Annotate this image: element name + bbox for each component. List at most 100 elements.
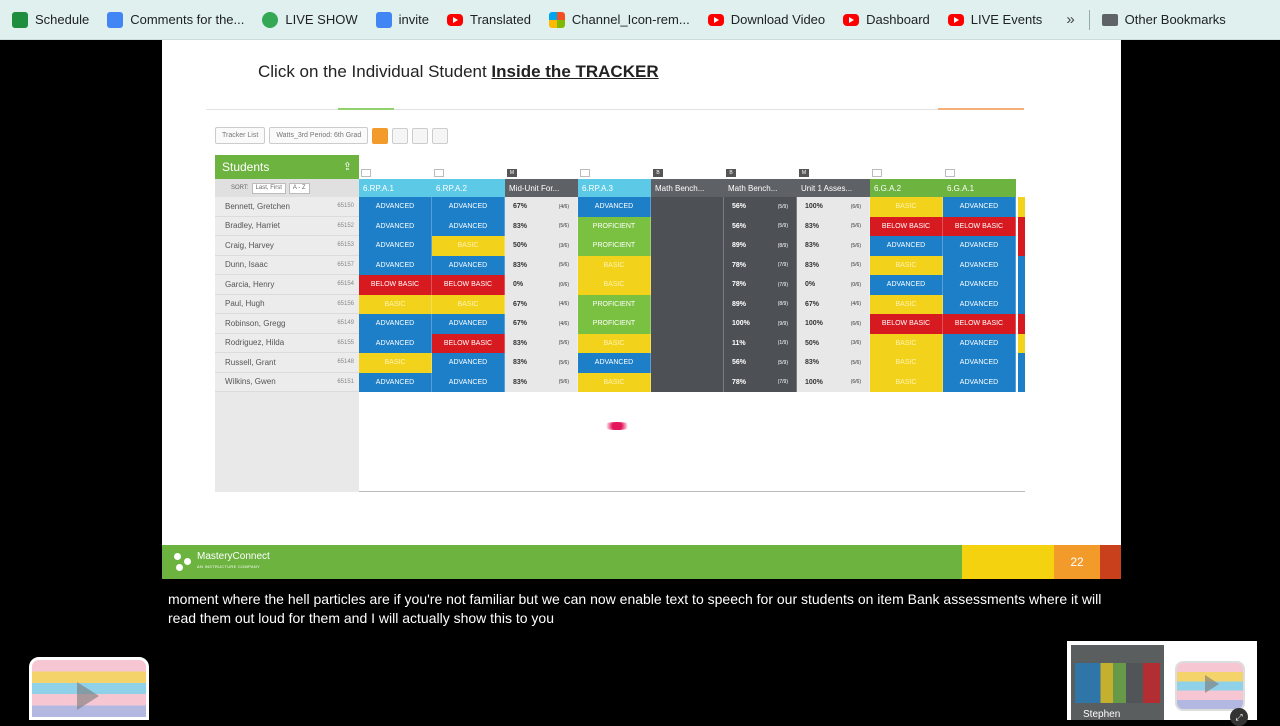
settings-icon[interactable]: [412, 127, 429, 144]
mastery-cell[interactable]: ADVANCED: [359, 197, 432, 217]
mastery-cell[interactable]: BELOW BASIC: [432, 275, 505, 295]
mastery-cell[interactable]: BASIC: [578, 372, 651, 392]
mastery-cell[interactable]: BASIC: [578, 275, 651, 295]
student-row[interactable]: Wilkins, Gwen 65151: [215, 372, 359, 392]
score-cell[interactable]: 100% (6/6): [797, 314, 870, 334]
column-checkbox[interactable]: [580, 169, 590, 177]
channel-thumbnail-small[interactable]: [1175, 661, 1245, 711]
column-checkbox[interactable]: [945, 169, 955, 177]
mastery-cell[interactable]: BASIC: [359, 294, 432, 314]
score-cell[interactable]: 67% (4/6): [505, 314, 578, 334]
mastery-cell[interactable]: ADVANCED: [432, 197, 505, 217]
mastery-cell[interactable]: BELOW BASIC: [943, 314, 1016, 334]
empty-cell[interactable]: [651, 372, 724, 392]
empty-cell[interactable]: [651, 216, 724, 236]
mastery-cell[interactable]: BELOW BASIC: [943, 216, 1016, 236]
mastery-cell[interactable]: ADVANCED: [943, 255, 1016, 275]
score-cell[interactable]: 50% (3/6): [505, 236, 578, 256]
mastery-cell[interactable]: ADVANCED: [432, 216, 505, 236]
mastery-cell[interactable]: PROFICIENT: [578, 314, 651, 334]
student-row[interactable]: Bradley, Harriet 65152: [215, 216, 359, 236]
mastery-cell[interactable]: ADVANCED: [943, 236, 1016, 256]
score-cell[interactable]: 89% (8/9): [724, 236, 797, 256]
participant-video[interactable]: Stephen: [1071, 645, 1164, 720]
mastery-cell[interactable]: ADVANCED: [359, 372, 432, 392]
mastery-cell[interactable]: ADVANCED: [359, 216, 432, 236]
score-cell[interactable]: 89% (8/9): [724, 294, 797, 314]
score-cell[interactable]: 67% (4/6): [505, 197, 578, 217]
mastery-cell[interactable]: ADVANCED: [578, 353, 651, 373]
mastery-cell[interactable]: ADVANCED: [870, 236, 943, 256]
list-view-icon[interactable]: [372, 127, 389, 144]
bookmark-item[interactable]: Comments for the...: [107, 11, 244, 28]
empty-cell[interactable]: [651, 353, 724, 373]
empty-cell[interactable]: [651, 275, 724, 295]
empty-cell[interactable]: [651, 314, 724, 334]
column-header[interactable]: 6.G.A.2: [870, 179, 943, 197]
grid-view-icon[interactable]: [392, 127, 409, 144]
empty-cell[interactable]: [651, 255, 724, 275]
other-bookmarks[interactable]: Other Bookmarks: [1101, 12, 1226, 27]
score-cell[interactable]: 83% (5/6): [505, 255, 578, 275]
mastery-cell[interactable]: ADVANCED: [943, 197, 1016, 217]
tracker-select[interactable]: Watts_3rd Period: 6th Grad: [269, 127, 369, 144]
mastery-cell[interactable]: ADVANCED: [432, 255, 505, 275]
bookmarks-overflow-button[interactable]: »: [1066, 11, 1074, 28]
bookmark-item[interactable]: LIVE SHOW: [262, 11, 358, 28]
tracker-list-button[interactable]: Tracker List: [215, 127, 266, 144]
expand-icon[interactable]: ⤢: [1230, 708, 1248, 726]
mastery-cell[interactable]: ADVANCED: [943, 353, 1016, 373]
mastery-cell[interactable]: PROFICIENT: [578, 294, 651, 314]
score-cell[interactable]: 78% (7/9): [724, 275, 797, 295]
mastery-cell[interactable]: BELOW BASIC: [432, 333, 505, 353]
sort-select[interactable]: Last, First: [251, 182, 286, 194]
column-header[interactable]: 6.RP.A.1: [359, 179, 432, 197]
score-cell[interactable]: 67% (4/6): [797, 294, 870, 314]
mastery-cell[interactable]: ADVANCED: [870, 275, 943, 295]
mastery-cell[interactable]: BELOW BASIC: [870, 314, 943, 334]
mastery-cell[interactable]: BASIC: [578, 333, 651, 353]
mastery-cell[interactable]: BELOW BASIC: [870, 216, 943, 236]
mastery-cell[interactable]: [1018, 294, 1025, 314]
column-header[interactable]: 6.RP.A.2: [432, 179, 505, 197]
column-header[interactable]: Mid-Unit For...: [505, 179, 578, 197]
mastery-cell[interactable]: [1018, 216, 1025, 236]
column-checkbox[interactable]: B: [726, 169, 736, 177]
share-icon[interactable]: ⇪: [343, 160, 352, 173]
column-checkbox[interactable]: M: [799, 169, 809, 177]
mastery-cell[interactable]: BASIC: [870, 197, 943, 217]
score-cell[interactable]: 67% (4/6): [505, 294, 578, 314]
column-checkbox[interactable]: [872, 169, 882, 177]
score-cell[interactable]: 83% (5/6): [797, 236, 870, 256]
score-cell[interactable]: 83% (5/6): [505, 333, 578, 353]
empty-cell[interactable]: [651, 197, 724, 217]
bookmark-item[interactable]: invite: [375, 11, 429, 28]
score-cell[interactable]: 83% (5/6): [797, 216, 870, 236]
mastery-cell[interactable]: [1018, 236, 1025, 256]
mastery-cell[interactable]: ADVANCED: [943, 372, 1016, 392]
mastery-cell[interactable]: BASIC: [432, 294, 505, 314]
mastery-cell[interactable]: BELOW BASIC: [359, 275, 432, 295]
mastery-cell[interactable]: BASIC: [870, 353, 943, 373]
mastery-cell[interactable]: [1018, 255, 1025, 275]
mastery-cell[interactable]: BASIC: [870, 372, 943, 392]
score-cell[interactable]: 0% (0/6): [797, 275, 870, 295]
bookmark-item[interactable]: Channel_Icon-rem...: [548, 11, 690, 28]
score-cell[interactable]: 56% (5/9): [724, 216, 797, 236]
score-cell[interactable]: 83% (5/6): [797, 255, 870, 275]
mastery-cell[interactable]: ADVANCED: [943, 294, 1016, 314]
mastery-cell[interactable]: ADVANCED: [359, 236, 432, 256]
mastery-cell[interactable]: [1018, 197, 1025, 217]
mastery-cell[interactable]: ADVANCED: [359, 255, 432, 275]
mastery-cell[interactable]: [1018, 353, 1025, 373]
mastery-cell[interactable]: ADVANCED: [432, 314, 505, 334]
column-header[interactable]: Math Bench...: [724, 179, 797, 197]
score-cell[interactable]: 78% (7/9): [724, 255, 797, 275]
empty-cell[interactable]: [651, 294, 724, 314]
column-header[interactable]: Unit 1 Asses...: [797, 179, 870, 197]
mastery-cell[interactable]: BASIC: [870, 333, 943, 353]
score-cell[interactable]: 11% (1/9): [724, 333, 797, 353]
mastery-cell[interactable]: ADVANCED: [432, 372, 505, 392]
column-checkbox[interactable]: [361, 169, 371, 177]
score-cell[interactable]: 83% (5/6): [797, 353, 870, 373]
